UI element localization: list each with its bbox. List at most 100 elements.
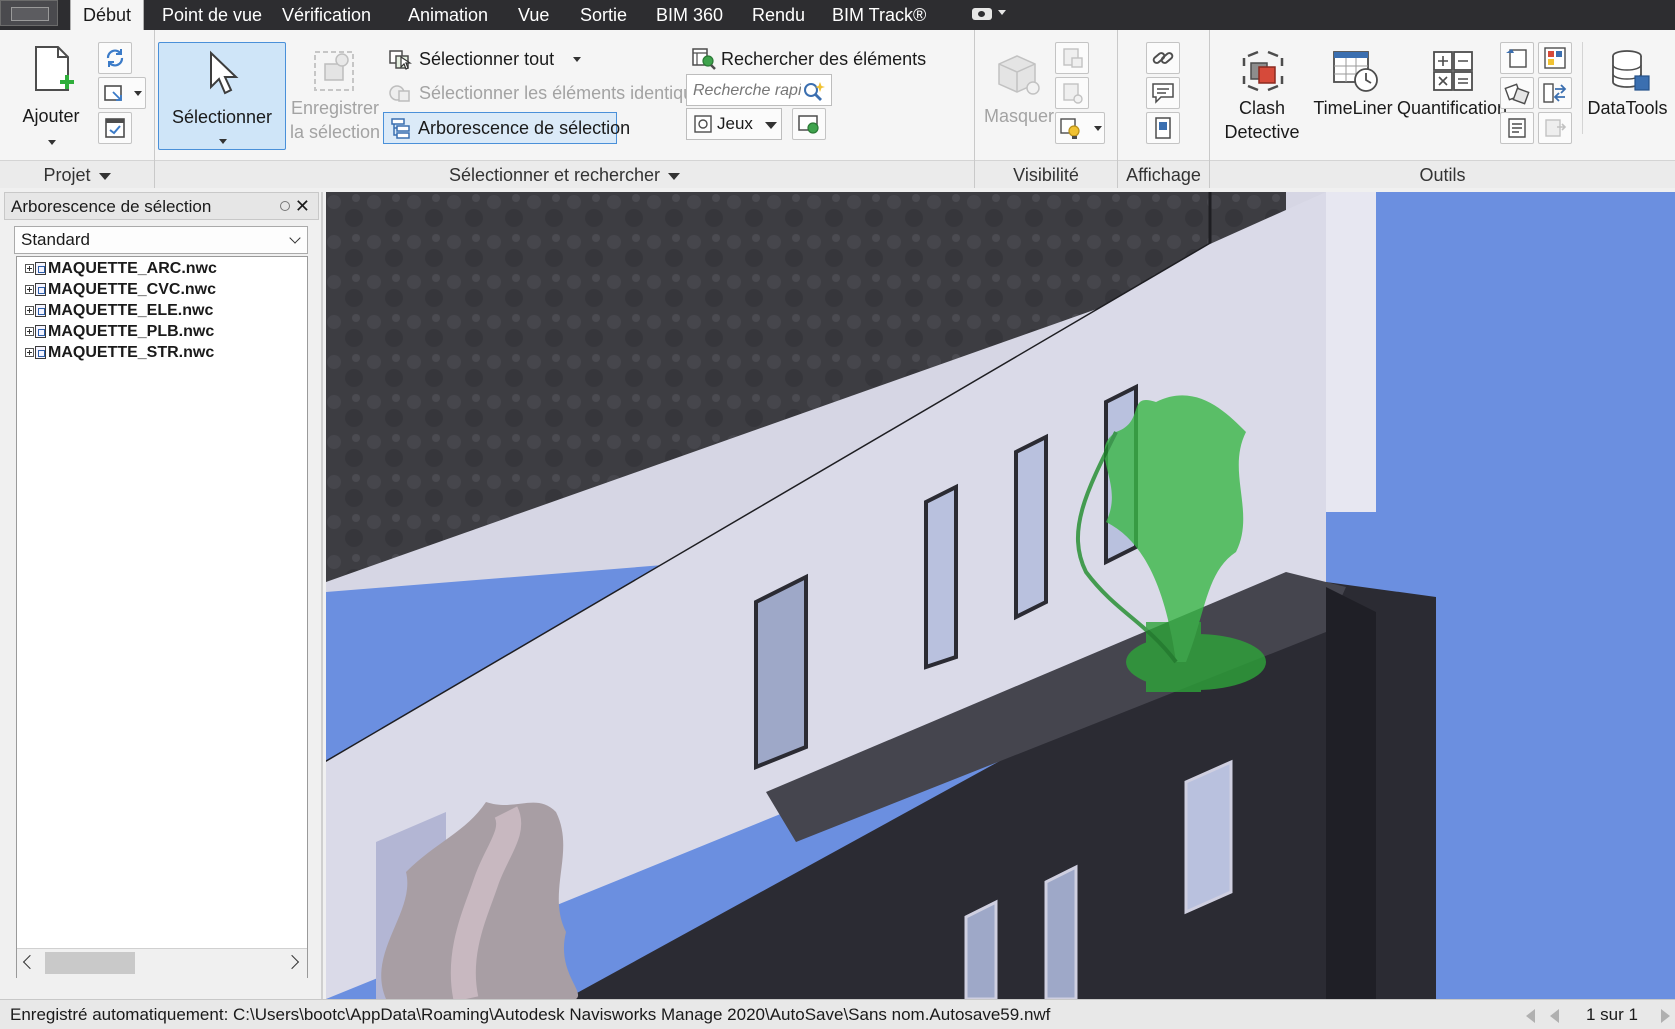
reset-all-button[interactable] [98, 77, 146, 109]
tab-rendu[interactable]: Rendu [740, 0, 817, 30]
page-navigation: 1 sur 1 [1520, 1000, 1675, 1029]
add-button[interactable]: Ajouter [6, 40, 96, 150]
quick-properties-button[interactable] [1146, 77, 1180, 109]
chevron-down-icon[interactable] [998, 10, 1006, 15]
selection-tree-icon [391, 118, 410, 139]
timeliner-label: TimeLiner [1313, 98, 1393, 118]
panel-title-select-search-label: Sélectionner et rechercher [448, 165, 661, 185]
animator-button[interactable] [1538, 112, 1572, 144]
tree-item[interactable]: MAQUETTE_ELE.nwc [25, 301, 213, 321]
scripter-button[interactable] [1500, 112, 1534, 144]
panel-title-display: Affichage [1118, 160, 1209, 188]
chevron-down-icon [1094, 126, 1102, 131]
compare-icon [1504, 83, 1530, 105]
tab-animation[interactable]: Animation [396, 0, 500, 30]
camera-icon[interactable] [972, 8, 992, 20]
tree-item[interactable]: MAQUETTE_STR.nwc [25, 343, 214, 363]
application-menu-button[interactable] [0, 0, 58, 26]
ribbon-tab-bar: Début Point de vue Vérification Animatio… [0, 0, 1675, 30]
tree-item-label: MAQUETTE_CVC.nwc [48, 281, 217, 298]
tab-debut[interactable]: Début [70, 0, 145, 30]
quantification-button[interactable]: Quantification [1396, 42, 1508, 134]
save-selection-button[interactable]: Enregistrer la sélection [287, 42, 383, 158]
panel-title-projet[interactable]: Projet [0, 160, 154, 188]
panel-display: Affichage [1118, 30, 1210, 188]
expand-icon[interactable] [25, 306, 34, 316]
tab-point-de-vue[interactable]: Point de vue [150, 0, 274, 30]
select-label: Sélectionner [171, 107, 273, 127]
scroll-right-icon[interactable] [284, 954, 300, 970]
panel-title-visibility: Visibilité [975, 160, 1117, 188]
building-model-render [326, 192, 1675, 999]
navisworks-window: Début Point de vue Vérification Animatio… [0, 0, 1675, 1029]
expand-icon[interactable] [25, 348, 34, 358]
panel-title-select-search[interactable]: Sélectionner et rechercher [155, 160, 974, 188]
tab-sortie[interactable]: Sortie [568, 0, 639, 30]
links-button[interactable] [1146, 42, 1180, 74]
data-transfer-button[interactable] [1538, 77, 1572, 109]
horizontal-scrollbar[interactable] [17, 948, 307, 978]
select-all-button[interactable]: Sélectionner tout [383, 44, 582, 74]
select-button[interactable]: Sélectionner [158, 42, 286, 150]
next-page-icon[interactable] [1661, 1009, 1670, 1023]
hide-icon [998, 55, 1040, 95]
expand-icon[interactable] [25, 264, 34, 274]
save-selection-label-1: Enregistrer [290, 98, 380, 118]
tree-view-dropdown[interactable]: Standard [14, 226, 308, 254]
scrollbar-thumb[interactable] [45, 952, 135, 974]
pane-title-bar: Arborescence de sélection ✕ [4, 192, 319, 220]
clash-detective-icon [1242, 50, 1284, 92]
previous-page-icon[interactable] [1550, 1009, 1559, 1023]
tree-item[interactable]: MAQUETTE_ARC.nwc [25, 259, 217, 279]
expand-icon[interactable] [25, 285, 34, 295]
timeliner-button[interactable]: TimeLiner [1310, 42, 1396, 134]
link-icon [1152, 52, 1174, 64]
find-items-button[interactable]: Rechercher des éléments [687, 44, 926, 74]
sets-dropdown[interactable]: Jeux [686, 108, 782, 140]
close-icon[interactable]: ✕ [295, 193, 310, 219]
pin-icon[interactable] [280, 201, 290, 211]
file-options-button[interactable] [98, 112, 132, 144]
chevron-down-icon [134, 91, 142, 96]
tab-verification[interactable]: Vérification [270, 0, 383, 30]
datatools-label: DataTools [1587, 98, 1668, 118]
quick-find-input[interactable]: Recherche rapi [686, 74, 832, 106]
file-options-icon [105, 118, 125, 138]
tab-bim-360[interactable]: BIM 360 [644, 0, 735, 30]
appearance-profiler-button[interactable] [1500, 42, 1534, 74]
refresh-button[interactable] [98, 42, 132, 74]
select-same-button[interactable]: Sélectionner les éléments identiques [383, 78, 736, 108]
selection-tree-label: Arborescence de sélection [418, 118, 631, 138]
tab-bim-track[interactable]: BIM Track® [820, 0, 938, 30]
clash-label-2: Detective [1224, 122, 1300, 142]
chevron-down-icon [98, 172, 111, 180]
chevron-down-icon [668, 172, 681, 180]
unhide-all-button[interactable] [1055, 112, 1105, 144]
page-indicator: 1 sur 1 [1586, 1005, 1638, 1024]
first-page-icon[interactable] [1526, 1009, 1535, 1023]
tree-item[interactable]: MAQUETTE_CVC.nwc [25, 280, 216, 300]
timeliner-icon [1333, 51, 1378, 92]
add-label: Ajouter [22, 106, 80, 126]
chevron-down-icon [573, 57, 582, 62]
save-selection-label-2: la sélection [289, 122, 381, 142]
compare-button[interactable] [1500, 77, 1534, 109]
scroll-left-icon[interactable] [22, 954, 38, 970]
ribbon: Ajouter Projet Sélectionner Enregistrer … [0, 30, 1675, 188]
selection-tree-button[interactable]: Arborescence de sélection [383, 112, 630, 144]
hide-unselected-button[interactable] [1055, 77, 1089, 109]
quick-find-icon[interactable] [801, 79, 827, 103]
tree-item[interactable]: MAQUETTE_PLB.nwc [25, 322, 214, 342]
window [1044, 864, 1078, 999]
clash-detective-button[interactable]: Clash Detective [1214, 42, 1310, 160]
batch-utility-button[interactable] [1538, 42, 1572, 74]
hide-button[interactable]: Masquer [981, 42, 1057, 152]
expand-icon[interactable] [25, 327, 34, 337]
selection-tree[interactable]: MAQUETTE_ARC.nwc MAQUETTE_CVC.nwc MAQUET… [16, 256, 308, 978]
datatools-button[interactable]: DataTools [1582, 42, 1672, 134]
require-button[interactable] [1055, 42, 1089, 74]
tab-vue[interactable]: Vue [506, 0, 561, 30]
manage-sets-button[interactable] [792, 108, 826, 140]
3d-viewport[interactable] [326, 192, 1675, 999]
properties-button[interactable] [1146, 112, 1180, 144]
